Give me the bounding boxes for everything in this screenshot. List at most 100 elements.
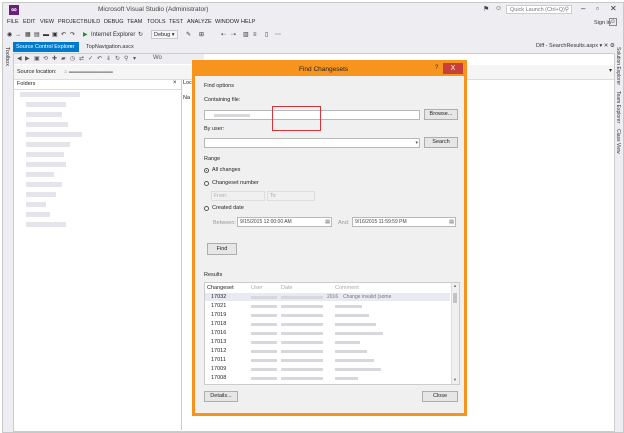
- add-icon[interactable]: ✚: [52, 55, 57, 62]
- workspace-icon[interactable]: ▣: [34, 55, 40, 62]
- tab-source-control-explorer[interactable]: Source Control Explorer ×: [13, 42, 79, 52]
- menu-window[interactable]: WINDOW: [215, 19, 239, 25]
- solution-explorer-tab[interactable]: Solution Explorer: [615, 47, 621, 85]
- menu-view[interactable]: VIEW: [40, 19, 54, 25]
- name-column-header[interactable]: Na: [183, 95, 190, 101]
- start-date-picker[interactable]: 9/15/2015 12:00:00 AM ▤: [237, 217, 332, 227]
- changeset-number-label[interactable]: Changeset number: [212, 180, 259, 186]
- build-icon[interactable]: ✎: [186, 30, 191, 40]
- comment-column-header[interactable]: Comment: [335, 285, 359, 291]
- dialog-close-icon[interactable]: X: [443, 63, 463, 74]
- checkin-icon[interactable]: ✓: [88, 55, 93, 62]
- close-window-icon[interactable]: ✕: [610, 4, 617, 13]
- format-icon[interactable]: ≡: [253, 30, 257, 40]
- menu-test[interactable]: TEST: [169, 19, 183, 25]
- source-location-input[interactable]: ⌂ ▬▬▬▬▬▬▬▬: [64, 69, 113, 75]
- new-project-icon[interactable]: ▦: [25, 30, 31, 40]
- forward-icon[interactable]: ▶: [25, 55, 30, 62]
- results-scrollbar[interactable]: ▲ ▼: [451, 283, 459, 384]
- tree-node[interactable]: [26, 102, 66, 107]
- scroll-down-icon[interactable]: ▼: [453, 377, 457, 382]
- help-icon[interactable]: ?: [435, 65, 438, 71]
- history-icon[interactable]: ◷: [70, 55, 75, 62]
- save-all-icon[interactable]: ▣: [52, 30, 58, 40]
- results-row[interactable]: 17021: [205, 302, 450, 310]
- close-tab-icon[interactable]: ×: [69, 42, 72, 52]
- changeset-number-radio[interactable]: [204, 181, 209, 186]
- all-changes-label[interactable]: All changes: [212, 167, 240, 173]
- team-explorer-tab[interactable]: Team Explorer: [615, 91, 621, 123]
- created-date-label[interactable]: Created date: [212, 205, 244, 211]
- feedback-icon[interactable]: ☺: [495, 5, 502, 12]
- tree-node[interactable]: [26, 222, 66, 227]
- tree-node[interactable]: [26, 192, 56, 197]
- menu-build[interactable]: BUILD: [84, 19, 100, 25]
- results-grid[interactable]: Changeset User Date Comment 17032 2016 Cha…: [204, 282, 460, 385]
- forward-icon[interactable]: →: [15, 30, 21, 40]
- changeset-column-header[interactable]: Changeset: [207, 285, 234, 291]
- refresh-icon[interactable]: ↻: [115, 55, 120, 62]
- back-icon[interactable]: ◉: [7, 30, 12, 40]
- tree-node[interactable]: [26, 182, 62, 187]
- by-user-combobox[interactable]: ▾: [204, 138, 420, 148]
- navigate-back-icon[interactable]: ⇠: [221, 30, 226, 40]
- results-row[interactable]: 17013: [205, 338, 450, 346]
- comment-icon[interactable]: ▯: [265, 30, 268, 40]
- to-changeset-input[interactable]: To:: [267, 191, 315, 201]
- scroll-up-icon[interactable]: ▲: [453, 283, 457, 288]
- tab-diff[interactable]: Diff - SearchResults.aspx ▾ ✕ ⚙: [536, 43, 615, 49]
- results-row[interactable]: 17018: [205, 320, 450, 328]
- scroll-thumb[interactable]: [453, 293, 457, 303]
- uncomment-icon[interactable]: ⋯: [275, 30, 281, 40]
- date-column-header[interactable]: Date: [281, 285, 293, 291]
- menu-file[interactable]: FILE: [7, 19, 19, 25]
- menu-team[interactable]: TEAM: [127, 19, 142, 25]
- maximize-icon[interactable]: ▫: [596, 4, 599, 13]
- bookmark-icon[interactable]: ▥: [243, 30, 249, 40]
- tree-node[interactable]: [26, 152, 64, 157]
- quick-launch-input[interactable]: Quick Launch (Ctrl+Q) ⚲: [506, 5, 572, 14]
- menu-analyze[interactable]: ANALYZE: [187, 19, 212, 25]
- results-row[interactable]: 17032 2016 Change invalid (some: [205, 293, 450, 301]
- tree-node[interactable]: [26, 172, 54, 177]
- results-row[interactable]: 17016: [205, 329, 450, 337]
- end-date-picker[interactable]: 9/16/2015 11:59:59 PM ▤: [352, 217, 456, 227]
- settings-icon[interactable]: ▾: [133, 55, 136, 62]
- refresh-icon[interactable]: ↻: [138, 30, 143, 40]
- created-date-radio[interactable]: [204, 206, 209, 211]
- results-row[interactable]: 17019: [205, 311, 450, 319]
- results-row[interactable]: 17008: [205, 374, 450, 382]
- tree-node[interactable]: [26, 112, 62, 117]
- save-icon[interactable]: ▬: [43, 30, 49, 40]
- toolbox-sidebar[interactable]: Toolbox: [4, 47, 10, 66]
- results-row[interactable]: 17011: [205, 356, 450, 364]
- results-row[interactable]: 17009: [205, 365, 450, 373]
- find-button[interactable]: Find: [207, 243, 237, 255]
- folder-icon[interactable]: ▰: [61, 55, 66, 62]
- tab-topnavigation[interactable]: TopNavigation.ascx: [83, 42, 143, 52]
- from-changeset-input[interactable]: From:: [211, 191, 265, 201]
- tree-node[interactable]: [26, 122, 68, 127]
- tree-node[interactable]: [26, 212, 50, 217]
- account-icon[interactable]: ☺: [609, 18, 617, 26]
- tree-node[interactable]: [20, 92, 80, 97]
- tree-node[interactable]: [26, 202, 46, 207]
- get-latest-icon[interactable]: ⇓: [106, 55, 111, 62]
- tree-node[interactable]: [26, 162, 66, 167]
- menu-project[interactable]: PROJECT: [58, 19, 84, 25]
- navigate-forward-icon[interactable]: ⇢: [231, 30, 236, 40]
- notifications-flag-icon[interactable]: ⚑: [483, 5, 489, 13]
- class-view-tab[interactable]: Class View: [615, 129, 621, 154]
- close-icon[interactable]: ×: [173, 80, 177, 86]
- search-button[interactable]: Search: [424, 137, 458, 148]
- all-changes-radio[interactable]: [204, 168, 209, 173]
- minimize-icon[interactable]: –: [581, 4, 585, 13]
- find-icon[interactable]: ⚲: [124, 55, 128, 62]
- menu-debug[interactable]: DEBUG: [104, 19, 124, 25]
- undo-icon[interactable]: ↶: [97, 55, 102, 62]
- menu-edit[interactable]: EDIT: [23, 19, 36, 25]
- browse-button[interactable]: Browse...: [424, 109, 458, 120]
- step-icon[interactable]: ⊞: [199, 30, 204, 40]
- compare-icon[interactable]: ⇄: [79, 55, 84, 62]
- user-column-header[interactable]: User: [251, 285, 263, 291]
